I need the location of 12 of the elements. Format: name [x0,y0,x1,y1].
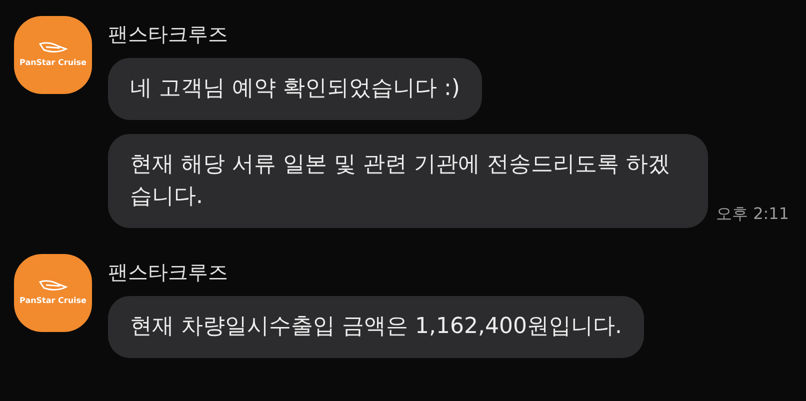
ship-icon [38,279,68,293]
avatar[interactable]: PanStar Cruise [14,254,92,332]
logo-text: PanStar Cruise [20,295,86,307]
timestamp: 오후 2:11 [716,203,790,225]
message-bubble: 현재 해당 서류 일본 및 관련 기관에 전송드리도록 하겠습니다. [108,134,708,228]
avatar[interactable]: PanStar Cruise [14,16,92,94]
sender-name: 팬스타크루즈 [108,21,229,48]
message-bubble: 네 고객님 예약 확인되었습니다 :) [108,58,482,120]
sender-name: 팬스타크루즈 [108,259,229,286]
message-bubble: 현재 차량일시수출입 금액은 1,162,400원입니다. [108,296,644,358]
logo-text: PanStar Cruise [20,57,86,69]
ship-icon [38,41,68,55]
